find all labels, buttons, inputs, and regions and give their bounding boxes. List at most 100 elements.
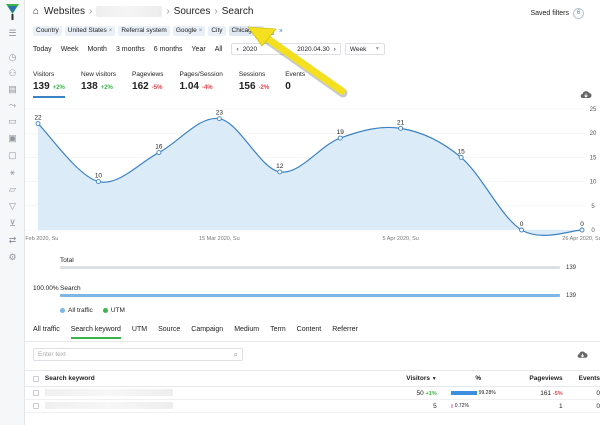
header-visitors[interactable]: Visitors ▼ [364, 375, 437, 382]
date-range-picker[interactable]: ‹ 2020 2020.04.30 › [231, 43, 341, 55]
metric-label: Sessions [238, 71, 266, 78]
date-from[interactable]: 2020 [243, 46, 257, 53]
flow-icon[interactable]: ⤳ [7, 100, 18, 111]
data-point[interactable] [337, 135, 343, 141]
granularity-select[interactable]: Week ▼ [344, 43, 385, 55]
cart-icon[interactable]: ⊻ [7, 218, 18, 229]
metric-pages-session[interactable]: Pages/Session 1.04 -4% [179, 71, 222, 98]
period-all[interactable]: All [215, 46, 223, 53]
legend-utm[interactable]: UTM [102, 307, 125, 314]
date-to[interactable]: 2020.04.30 [297, 46, 330, 53]
period-3-months[interactable]: 3 months [116, 46, 145, 53]
period-6-months[interactable]: 6 months [154, 46, 183, 53]
period-today[interactable]: Today [33, 46, 52, 53]
tab-content[interactable]: Content [297, 326, 322, 339]
tab-source[interactable]: Source [158, 326, 180, 339]
header-keyword[interactable]: Search keyword [45, 375, 364, 382]
sources-icon[interactable]: ⚹ [7, 167, 18, 178]
data-point[interactable] [277, 169, 283, 175]
clear-filters-icon[interactable]: × [279, 28, 283, 35]
metric-sessions[interactable]: Sessions 156 -2% [239, 71, 269, 98]
header-events[interactable]: Events [563, 375, 600, 382]
data-label: 15 [457, 148, 465, 155]
breadcrumb-separator: › [214, 6, 218, 17]
row-checkbox[interactable] [33, 390, 39, 396]
remove-filter-icon[interactable]: × [257, 26, 261, 36]
tab-utm[interactable]: UTM [132, 326, 147, 339]
filter-chip-city[interactable]: City [208, 26, 226, 36]
filter-chip-city-value[interactable]: Chicago × [228, 26, 264, 36]
percent-bar [450, 404, 453, 408]
folder-icon[interactable]: ▱ [7, 184, 18, 195]
screen-icon[interactable]: ▢ [7, 150, 18, 161]
header-pageviews[interactable]: Pageviews [506, 375, 562, 382]
metric-pageviews[interactable]: Pageviews 162 -5% [132, 71, 163, 98]
save-filter-icon[interactable]: ▣ [267, 27, 276, 36]
filter-chip-referral[interactable]: Referral system [118, 26, 170, 36]
metric-events[interactable]: Events 0 [285, 71, 305, 98]
data-point[interactable] [35, 121, 41, 126]
transfer-icon[interactable]: ⇄ [7, 235, 18, 246]
breadcrumb-sources[interactable]: Sources [174, 6, 211, 17]
data-point[interactable] [519, 227, 525, 233]
legend-all-traffic[interactable]: All traffic [60, 307, 93, 314]
table-row[interactable]: 50 +1% 99.28% 161 -5% 0 [25, 387, 600, 400]
search-bar-label: Search [60, 285, 81, 292]
percent-value: 99.28% [478, 390, 496, 396]
period-month[interactable]: Month [87, 46, 106, 53]
data-point[interactable] [95, 179, 101, 185]
remove-filter-icon[interactable]: × [109, 26, 113, 36]
remove-filter-icon[interactable]: × [199, 26, 203, 36]
metric-visitors[interactable]: Visitors 139 +2% [33, 71, 65, 98]
data-point[interactable] [156, 150, 162, 156]
filter-chip-google[interactable]: Google × [172, 26, 206, 36]
data-point[interactable] [398, 125, 404, 131]
data-label: 19 [337, 129, 345, 136]
chevron-down-icon: ▼ [374, 46, 380, 52]
app-logo[interactable] [6, 4, 19, 20]
legend-dot [102, 307, 108, 313]
row-checkbox[interactable] [33, 403, 39, 409]
home-icon[interactable]: ⌂ [33, 6, 39, 17]
metric-new-visitors[interactable]: New visitors 138 +2% [81, 71, 116, 98]
download-table-icon[interactable] [577, 350, 588, 360]
tab-all-traffic[interactable]: All traffic [33, 326, 60, 339]
search-input[interactable]: Enter text ⌕ [33, 348, 243, 361]
content-icon[interactable]: ▣ [7, 133, 18, 144]
chevron-right-icon[interactable]: › [334, 46, 336, 53]
dashboard-icon[interactable]: ◷ [7, 52, 18, 63]
keywords-table: Search keyword Visitors ▼ % Pageviews Ev… [25, 370, 600, 413]
filter-chip-country[interactable]: Country [33, 26, 62, 36]
tab-campaign[interactable]: Campaign [191, 326, 223, 339]
keyword-cell[interactable] [44, 388, 364, 398]
search-icon[interactable]: ⌕ [234, 350, 238, 360]
tab-medium[interactable]: Medium [234, 326, 259, 339]
header-percent[interactable]: % [437, 375, 506, 382]
search-bar-row: Search 139 [60, 285, 576, 299]
period-week[interactable]: Week [61, 46, 79, 53]
funnel-icon[interactable]: ▽ [7, 201, 18, 212]
select-all-checkbox[interactable] [33, 375, 39, 382]
menu-icon[interactable]: ☰ [7, 28, 18, 39]
period-year[interactable]: Year [192, 46, 206, 53]
tab-referrer[interactable]: Referrer [332, 326, 358, 339]
filter-chip-country-value[interactable]: United States × [64, 26, 116, 36]
pages-icon[interactable]: ▭ [7, 116, 18, 127]
database-icon[interactable]: ▤ [7, 84, 18, 95]
data-point[interactable] [458, 154, 464, 160]
website-name-redacted[interactable] [96, 6, 163, 17]
tab-term[interactable]: Term [270, 326, 286, 339]
breadcrumb-websites[interactable]: Websites [44, 6, 85, 17]
table-row[interactable]: 5 0.72% 1 0 [25, 400, 600, 413]
data-point[interactable] [216, 116, 222, 122]
filter-key: City [211, 27, 223, 34]
saved-filters-button[interactable]: Saved filters 6 [530, 8, 584, 19]
data-point[interactable] [579, 227, 585, 233]
keyword-cell[interactable] [44, 401, 364, 411]
users-icon[interactable]: ⚇ [7, 68, 18, 79]
download-chart-icon[interactable] [580, 90, 592, 100]
tab-search-keyword[interactable]: Search keyword [70, 326, 121, 339]
settings-icon[interactable]: ⚙ [7, 252, 18, 263]
chevron-left-icon[interactable]: ‹ [236, 46, 238, 53]
tabs-divider [25, 341, 600, 342]
